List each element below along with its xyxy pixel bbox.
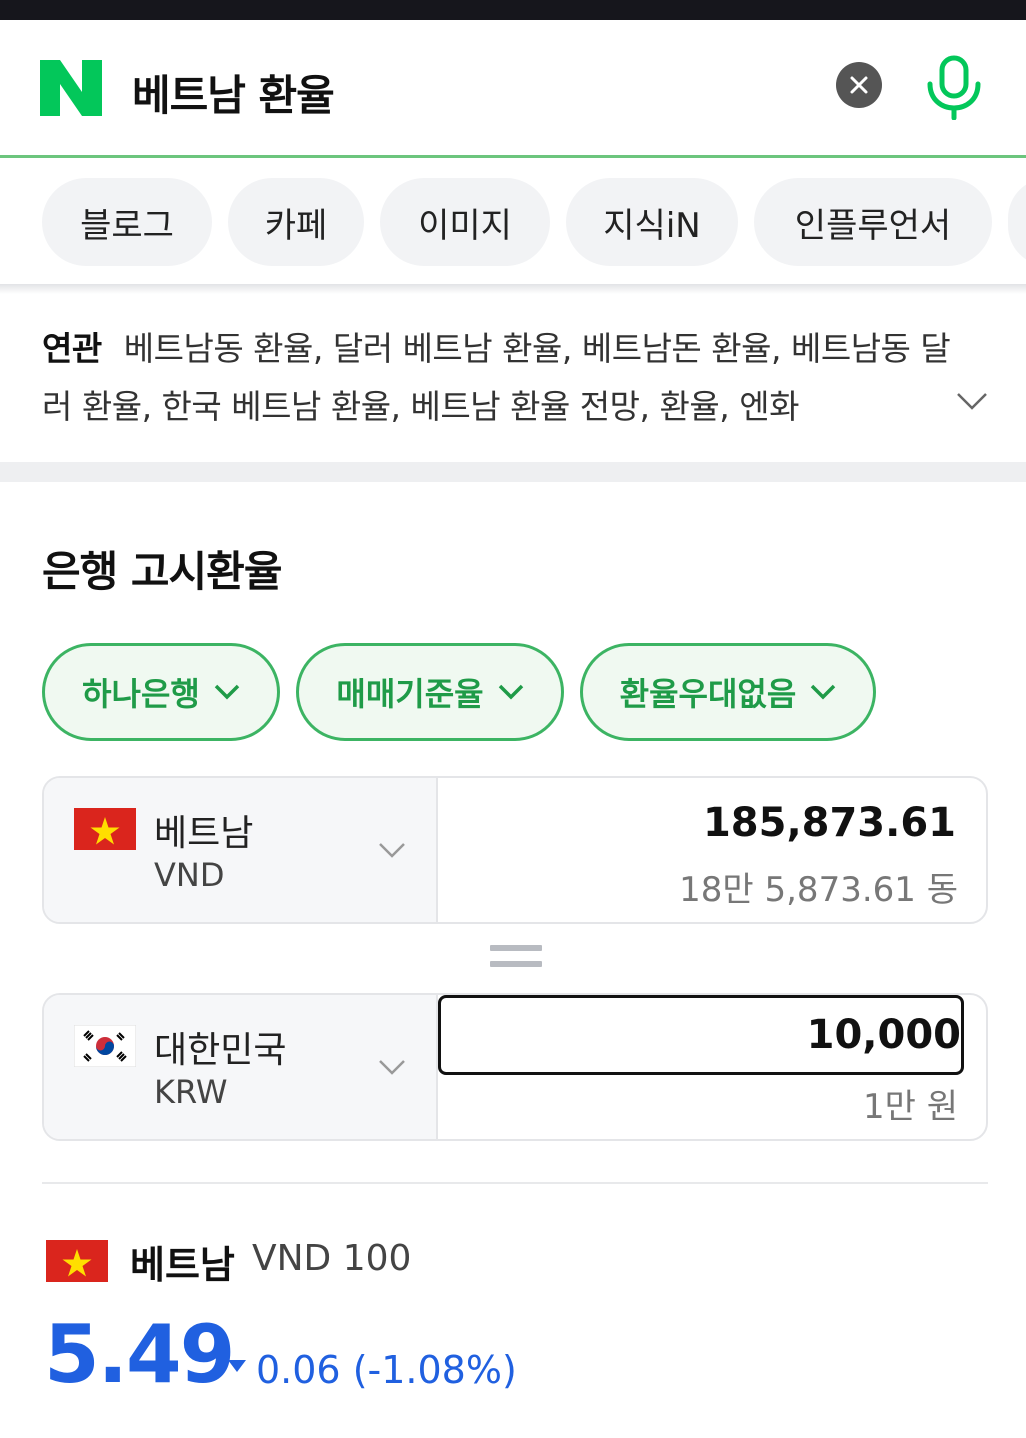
amount-input-box xyxy=(438,995,964,1075)
tab-images[interactable]: 이미지 xyxy=(380,178,550,266)
chevron-down-icon xyxy=(214,684,240,700)
vietnam-flag-icon xyxy=(46,1240,108,1282)
down-triangle-icon xyxy=(228,1360,246,1372)
tab-cafe[interactable]: 카페 xyxy=(228,178,364,266)
search-tabs: 블로그 카페 이미지 지식iN 인플루언서 xyxy=(0,158,1026,284)
chevron-down-icon xyxy=(811,684,836,700)
status-bar xyxy=(0,0,1026,20)
rate-type-filter-label: 매매기준율 xyxy=(336,675,484,713)
search-query[interactable]: 베트남 환율 xyxy=(132,62,335,123)
converter-row-to: 대한민국 KRW 1만 원 xyxy=(42,993,988,1141)
chevron-down-icon xyxy=(379,843,405,858)
equals-icon xyxy=(490,945,542,971)
tab-more[interactable] xyxy=(1008,178,1026,266)
currency-code: KRW xyxy=(154,1073,228,1111)
currency-name: 대한민국 xyxy=(154,1030,287,1071)
chevron-down-icon xyxy=(379,1060,405,1075)
amount-input[interactable] xyxy=(461,998,961,1072)
currency-select-from[interactable]: 베트남 VND xyxy=(44,778,438,922)
rate-unit: VND 100 xyxy=(252,1238,412,1279)
tab-blog[interactable]: 블로그 xyxy=(42,178,212,266)
currency-code: VND xyxy=(154,856,225,894)
close-icon xyxy=(850,76,868,94)
preferential-filter-label: 환율우대없음 xyxy=(619,675,797,713)
input-amount-text: 1만 원 xyxy=(863,1087,958,1127)
related-fade xyxy=(846,378,936,436)
vietnam-flag-icon xyxy=(74,808,136,850)
related-keywords[interactable]: 베트남동 환율, 달러 베트남 환율, 베트남돈 환율, 베트남동 달러 환율,… xyxy=(42,329,951,426)
clear-search-button[interactable] xyxy=(836,62,882,108)
naver-logo[interactable] xyxy=(40,60,102,116)
korea-flag-icon xyxy=(74,1025,136,1067)
rate-change: 0.06 (-1.08%) xyxy=(256,1348,517,1392)
rate-type-filter[interactable]: 매매기준율 xyxy=(296,643,564,741)
bank-filter[interactable]: 하나은행 xyxy=(42,643,280,741)
rate-currency-name: 베트남 xyxy=(130,1243,235,1287)
converter-row-from: 베트남 VND 185,873.61 18만 5,873.61 동 xyxy=(42,776,988,924)
section-gap xyxy=(0,462,1026,482)
preferential-filter[interactable]: 환율우대없음 xyxy=(580,643,876,741)
chevron-down-icon[interactable] xyxy=(956,392,988,410)
currency-select-to[interactable]: 대한민국 KRW xyxy=(44,995,438,1139)
converted-amount: 185,873.61 xyxy=(702,800,956,846)
rate-value: 5.49 xyxy=(44,1308,235,1401)
tab-kin[interactable]: 지식iN xyxy=(566,178,738,266)
related-searches: 연관 베트남동 환율, 달러 베트남 환율, 베트남돈 환율, 베트남동 달러 환… xyxy=(0,294,1026,462)
tabs-shadow xyxy=(0,284,1026,294)
converted-amount-text: 18만 5,873.61 동 xyxy=(679,870,958,910)
currency-name: 베트남 xyxy=(154,813,254,854)
related-label: 연관 xyxy=(42,329,102,368)
chevron-down-icon xyxy=(498,684,523,700)
section-title: 은행 고시환율 xyxy=(42,547,282,596)
microphone-icon[interactable] xyxy=(922,54,986,120)
search-bar: 베트남 환율 xyxy=(0,20,1026,158)
related-searches-text[interactable]: 연관 베트남동 환율, 달러 베트남 환율, 베트남돈 환율, 베트남동 달러 환… xyxy=(42,320,962,436)
tab-influencer[interactable]: 인플루언서 xyxy=(754,178,992,266)
divider xyxy=(42,1182,988,1184)
bank-filter-label: 하나은행 xyxy=(82,675,200,713)
